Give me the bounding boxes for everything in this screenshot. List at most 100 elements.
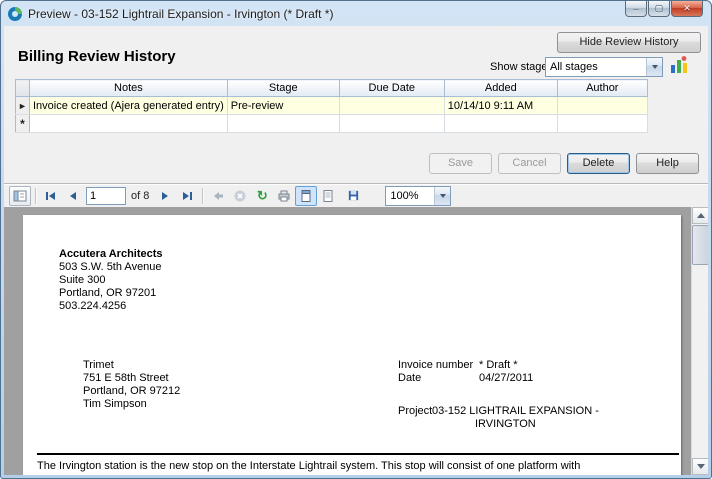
page-number-input[interactable] xyxy=(86,187,126,205)
chevron-down-icon[interactable] xyxy=(646,58,662,76)
save-export-icon xyxy=(347,189,360,202)
minimize-button[interactable]: – xyxy=(625,1,647,17)
cell-due-date[interactable] xyxy=(339,97,444,115)
table-row-new: * xyxy=(16,115,648,133)
previous-page-button[interactable] xyxy=(62,186,84,206)
vertical-scrollbar[interactable] xyxy=(691,207,708,475)
export-button[interactable] xyxy=(339,186,369,206)
help-button[interactable]: Help xyxy=(636,153,699,174)
delete-button[interactable]: Delete xyxy=(567,153,630,174)
toolbar-separator xyxy=(202,188,203,204)
page-title: Billing Review History xyxy=(18,48,176,65)
window-title: Preview - 03-152 Lightrail Expansion - I… xyxy=(28,7,333,21)
maximize-button[interactable]: ▢ xyxy=(648,1,670,17)
invoice-date-value: 04/27/2011 xyxy=(479,372,533,385)
company-address-3: Portland, OR 97201 xyxy=(59,287,163,300)
first-page-button[interactable] xyxy=(40,186,62,206)
column-header-notes[interactable]: Notes xyxy=(30,80,228,97)
invoice-page: Accutera Architects 503 S.W. 5th Avenue … xyxy=(23,215,681,475)
arrow-up-icon xyxy=(697,213,705,218)
zoom-select[interactable]: 100% xyxy=(385,186,451,206)
hide-review-history-button[interactable]: Hide Review History xyxy=(557,32,701,53)
print-layout-toggle[interactable] xyxy=(295,186,317,206)
print-icon xyxy=(277,189,291,203)
column-header-added[interactable]: Added xyxy=(444,80,557,97)
previous-page-icon xyxy=(66,189,80,203)
page-setup-button[interactable] xyxy=(317,186,339,206)
project-label: Project xyxy=(398,405,432,418)
project-value-line2: IRVINGTON xyxy=(475,418,536,431)
stop-icon xyxy=(233,189,247,203)
stages-chart-icon[interactable] xyxy=(669,55,689,75)
row-marker: ► xyxy=(16,97,30,115)
document-map-toggle[interactable] xyxy=(9,186,31,206)
next-page-icon xyxy=(158,189,172,203)
table-row: ► Invoice created (Ajera generated entry… xyxy=(16,97,648,115)
caption-buttons: – ▢ ✕ xyxy=(624,1,703,17)
page-setup-icon xyxy=(321,189,335,203)
print-button[interactable] xyxy=(273,186,295,206)
stage-filter-value: All stages xyxy=(546,61,646,73)
action-buttons: Save Cancel Delete Help xyxy=(429,153,699,174)
page-count-label: of 8 xyxy=(131,190,149,202)
arrow-down-icon xyxy=(697,464,705,469)
save-button[interactable]: Save xyxy=(429,153,492,174)
cell-author[interactable] xyxy=(557,115,647,133)
back-arrow-icon xyxy=(211,189,225,203)
chevron-down-icon[interactable] xyxy=(434,187,450,205)
refresh-icon: ↻ xyxy=(257,189,268,202)
cell-notes[interactable]: Invoice created (Ajera generated entry) xyxy=(30,97,228,115)
cell-notes[interactable] xyxy=(30,115,228,133)
company-phone: 503.224.4256 xyxy=(59,300,163,313)
client-contact: Tim Simpson xyxy=(83,398,180,411)
row-marker: * xyxy=(16,115,30,133)
show-stage-label: Show stage: xyxy=(490,61,551,73)
print-layout-icon xyxy=(299,189,313,203)
cell-stage[interactable] xyxy=(227,115,339,133)
client-name: Trimet xyxy=(83,359,180,372)
grid-corner xyxy=(16,80,30,97)
stop-button[interactable] xyxy=(229,186,251,206)
company-address-block: Accutera Architects 503 S.W. 5th Avenue … xyxy=(59,248,163,313)
cell-stage[interactable]: Pre-review xyxy=(227,97,339,115)
app-icon xyxy=(7,6,23,22)
project-value-line1: 03-152 LIGHTRAIL EXPANSION - xyxy=(432,405,599,418)
column-header-stage[interactable]: Stage xyxy=(227,80,339,97)
grid-header-row: Notes Stage Due Date Added Author xyxy=(16,80,648,97)
client-address-2: Portland, OR 97212 xyxy=(83,385,180,398)
company-name: Accutera Architects xyxy=(59,248,163,261)
divider xyxy=(37,453,679,455)
next-page-button[interactable] xyxy=(154,186,176,206)
client-address-1: 751 E 58th Street xyxy=(83,372,180,385)
cell-added[interactable]: 10/14/10 9:11 AM xyxy=(444,97,557,115)
cell-author[interactable] xyxy=(557,97,647,115)
first-page-icon xyxy=(44,189,58,203)
last-page-button[interactable] xyxy=(176,186,198,206)
stage-filter-select[interactable]: All stages xyxy=(545,57,663,77)
company-address-2: Suite 300 xyxy=(59,274,163,287)
titlebar: Preview - 03-152 Lightrail Expansion - I… xyxy=(1,1,711,26)
window-content: Hide Review History Billing Review Histo… xyxy=(4,26,708,475)
column-header-author[interactable]: Author xyxy=(557,80,647,97)
column-header-due-date[interactable]: Due Date xyxy=(339,80,444,97)
scroll-up-button[interactable] xyxy=(692,207,708,224)
invoice-number-label: Invoice number xyxy=(398,359,473,372)
invoice-intro-text: The Irvington station is the new stop on… xyxy=(37,460,580,473)
scrollbar-thumb[interactable] xyxy=(692,225,708,265)
scroll-down-button[interactable] xyxy=(692,458,708,475)
report-preview-area: Accutera Architects 503 S.W. 5th Avenue … xyxy=(4,207,708,475)
parent-report-button[interactable] xyxy=(207,186,229,206)
invoice-date-label: Date xyxy=(398,372,421,385)
cell-added[interactable] xyxy=(444,115,557,133)
document-map-icon xyxy=(13,189,27,203)
client-address-block: Trimet 751 E 58th Street Portland, OR 97… xyxy=(83,359,180,411)
report-toolbar: of 8 xyxy=(4,183,708,207)
toolbar-separator xyxy=(35,188,36,204)
invoice-number-value: * Draft * xyxy=(479,359,518,372)
close-button[interactable]: ✕ xyxy=(671,1,703,17)
refresh-button[interactable]: ↻ xyxy=(251,186,273,206)
cell-due-date[interactable] xyxy=(339,115,444,133)
last-page-icon xyxy=(180,189,194,203)
preview-window: Preview - 03-152 Lightrail Expansion - I… xyxy=(0,0,712,479)
cancel-button[interactable]: Cancel xyxy=(498,153,561,174)
